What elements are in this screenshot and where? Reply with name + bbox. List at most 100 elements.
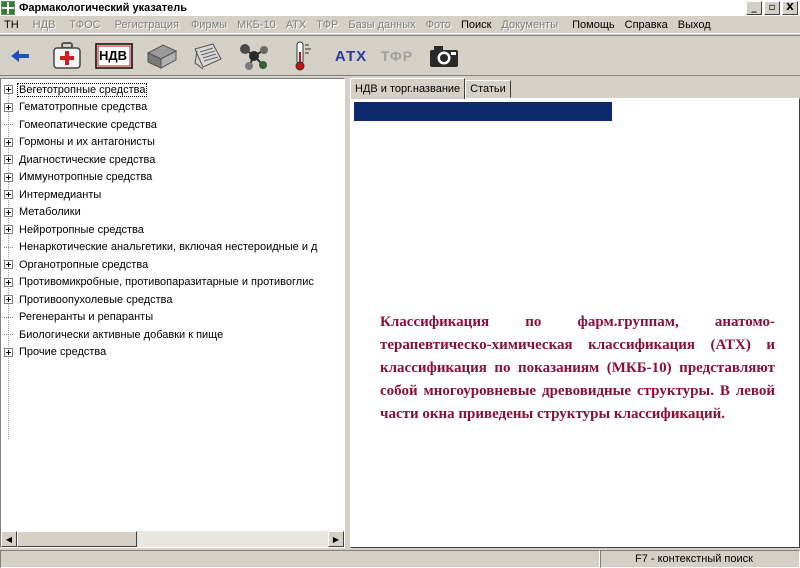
tree-item-label: Метаболики (19, 206, 81, 218)
expand-icon[interactable] (4, 190, 13, 199)
expand-icon[interactable] (4, 260, 13, 269)
tree-item-label: Органотропные средства (19, 258, 149, 271)
tree-item-label: Противомикробные, противопаразитарные и … (19, 276, 314, 288)
menu-item-5[interactable]: МКБ-10 (237, 19, 276, 31)
scroll-left-button[interactable]: ◀ (1, 531, 17, 547)
detail-tabs: НДВ и торг.название Статьи (350, 78, 511, 99)
classification-tree-pane: Вегетотропные средства Гематотропные сред… (0, 78, 345, 548)
scroll-right-button[interactable]: ▶ (328, 531, 344, 547)
book-icon[interactable] (144, 39, 180, 73)
tree-item-label: Нейротропные средства (19, 223, 144, 236)
tree-item[interactable]: Иммунотропные средства (1, 169, 153, 186)
tree-item[interactable]: Вегетотропные средства (1, 81, 148, 98)
tree-item[interactable]: Интермедианты (1, 186, 102, 203)
tree-item[interactable]: Гормоны и их антагонисты (1, 134, 156, 151)
menu-item-3[interactable]: Регистрация (115, 19, 179, 31)
thermometer-icon[interactable] (286, 39, 318, 73)
menu-item-0[interactable]: ТН (4, 19, 19, 31)
menu-item-4[interactable]: Фирмы (191, 19, 227, 31)
close-button[interactable]: X (782, 1, 798, 15)
atx-icon[interactable]: АТХ (330, 39, 372, 73)
tfr-icon[interactable]: ТФР (376, 39, 418, 73)
expand-icon[interactable] (4, 225, 13, 234)
expand-icon[interactable] (4, 85, 13, 94)
tree-item[interactable]: Ненаркотические анальгетики, включая нес… (1, 239, 318, 256)
tree-item[interactable]: Диагностические средства (1, 151, 156, 168)
expand-icon[interactable] (4, 102, 13, 112)
expand-icon[interactable] (4, 172, 13, 182)
tree-item-label: Диагностические средства (19, 153, 156, 166)
tree-item-label: Биологически активные добавки к пище (19, 328, 224, 341)
tree-item[interactable]: Прочие средства (1, 344, 107, 361)
expand-icon[interactable] (4, 347, 13, 357)
menu-item-6[interactable]: АТХ (286, 19, 307, 31)
tab-articles[interactable]: Статьи (465, 80, 511, 98)
tree-item-label: Прочие средства (19, 346, 107, 358)
ndv-label: НДВ (99, 48, 128, 63)
tree-item-label: Ненаркотические анальгетики, включая нес… (19, 241, 318, 253)
expand-icon[interactable] (4, 155, 13, 164)
menu-item-1[interactable]: НДВ (33, 19, 56, 31)
menu-item-12[interactable]: Помощь (572, 19, 615, 31)
first-aid-kit-icon[interactable] (50, 39, 84, 73)
menu-item-10[interactable]: Поиск (461, 19, 491, 31)
header-bar (354, 102, 612, 121)
menu-item-11[interactable]: Документы (501, 19, 558, 31)
minimize-button[interactable]: _ (746, 1, 762, 15)
status-bar: F7 - контекстный поиск (0, 549, 800, 568)
tree-item-label: Вегетотропные средства (16, 82, 148, 97)
title-bar: Фармакологический указатель _ ▫ X (0, 0, 800, 16)
expand-icon[interactable] (4, 207, 13, 217)
tree-item[interactable]: Противомикробные, противопаразитарные и … (1, 274, 315, 291)
expand-icon[interactable] (4, 277, 13, 287)
status-search-hint: F7 - контекстный поиск (600, 550, 800, 568)
tree-item[interactable]: Нейротропные средства (1, 221, 145, 238)
window-title: Фармакологический указатель (19, 2, 188, 14)
app-icon (1, 1, 15, 15)
menu-item-9[interactable]: Фото (426, 19, 451, 31)
tree-leaf-connector (4, 246, 13, 248)
tree-item[interactable]: Органотропные средства (1, 256, 149, 273)
camera-icon[interactable] (426, 39, 462, 73)
catalog-icon[interactable] (190, 39, 226, 73)
tab-ndv-trade-name[interactable]: НДВ и торг.название (350, 78, 466, 99)
tree-item-label: Гормоны и их антагонисты (19, 136, 155, 148)
menu-item-2[interactable]: ТФОС (69, 19, 100, 31)
tfr-label: ТФР (380, 48, 414, 64)
tree-leaf-connector (4, 316, 13, 318)
tree-item-label: Противоопухолевые средства (19, 293, 173, 306)
classification-tree: Вегетотропные средства Гематотропные сред… (1, 79, 344, 531)
maximize-button[interactable]: ▫ (764, 1, 780, 15)
menu-bar: ТН НДВ ТФОС Регистрация Фирмы МКБ-10 АТХ ТФР Баз… (0, 16, 800, 34)
atx-label: АТХ (334, 47, 368, 65)
menu-item-13[interactable]: Справка (625, 19, 668, 31)
status-empty-cell (0, 550, 600, 568)
molecule-icon[interactable] (236, 39, 272, 73)
tab-content: Классификация по фарм.группам, анатомо-т… (350, 98, 800, 548)
toolbar: НДВ АТХ ТФР (0, 35, 800, 76)
tree-item[interactable]: Гематотропные средства (1, 99, 148, 116)
tree-item[interactable]: Метаболики (1, 204, 82, 221)
tree-leaf-connector (4, 334, 13, 335)
menu-item-7[interactable]: ТФР (316, 19, 338, 31)
expand-icon[interactable] (4, 295, 13, 304)
tree-item-label: Регенеранты и репаранты (19, 311, 154, 323)
tree-item-label: Гомеопатические средства (19, 118, 157, 131)
scroll-track[interactable] (17, 531, 328, 547)
menu-item-14[interactable]: Выход (678, 19, 711, 31)
tree-leaf-connector (4, 124, 13, 125)
back-arrow-icon[interactable] (8, 39, 32, 73)
menu-item-8[interactable]: Базы данных (348, 19, 415, 31)
tree-item-label: Гематотропные средства (19, 101, 148, 113)
detail-pane: НДВ и торг.название Статьи Классификация… (348, 78, 800, 548)
tree-item[interactable]: Противоопухолевые средства (1, 291, 174, 308)
tree-horizontal-scrollbar[interactable]: ◀ ▶ (1, 531, 344, 547)
expand-icon[interactable] (4, 137, 13, 147)
tree-item[interactable]: Регенеранты и репаранты (1, 309, 154, 326)
tree-item[interactable]: Биологически активные добавки к пище (1, 326, 224, 343)
scroll-thumb[interactable] (17, 531, 137, 547)
tree-item-label: Иммунотропные средства (19, 171, 153, 183)
ndv-icon[interactable]: НДВ (94, 39, 134, 73)
tree-item-label: Интермедианты (19, 188, 102, 201)
tree-item[interactable]: Гомеопатические средства (1, 116, 158, 133)
